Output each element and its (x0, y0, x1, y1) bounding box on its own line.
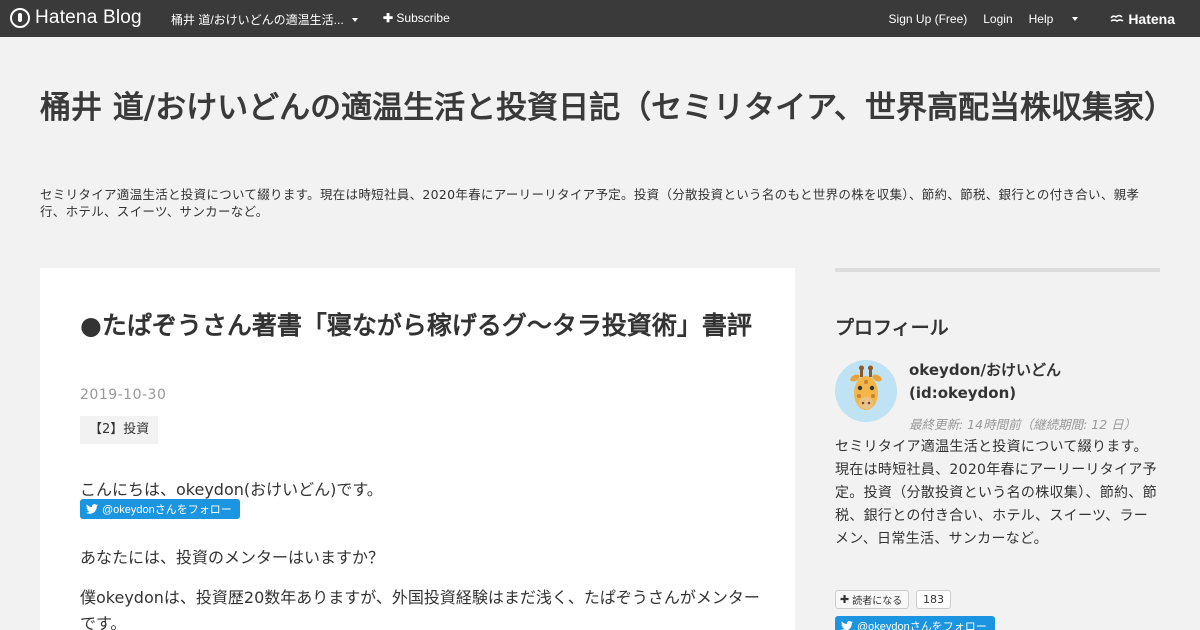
hatena-logo-text: Hatena (1128, 11, 1175, 27)
chevron-down-icon (351, 17, 358, 22)
plus-icon: ✚ (840, 593, 850, 606)
help-label: Help (1028, 12, 1054, 26)
plus-icon: ✚ (383, 11, 394, 25)
profile-name-block[interactable]: okeydon/おけいどん (id:okeydon) (909, 359, 1061, 405)
profile-heading: プロフィール (835, 317, 949, 339)
blog-switcher-title: 桶井 道/おけいどんの適温生活... (171, 13, 344, 27)
entry-category-tag[interactable]: 【2】投資 (80, 416, 159, 444)
twitter-bird-icon (841, 621, 853, 630)
hatena-blog-logo[interactable]: Hatena Blog (10, 7, 142, 29)
login-link[interactable]: Login (983, 12, 1012, 26)
profile-last-updated: 最終更新: 14時間前（継続期間: 12 日） (909, 417, 1137, 432)
blog-title[interactable]: 桶井 道/おけいどんの適温生活と投資日記（セミリタイア、世界高配当株収集家） (40, 86, 1175, 130)
twitter-bird-icon (86, 504, 98, 514)
chevron-down-icon (1072, 17, 1079, 21)
global-header: Hatena Blog 桶井 道/おけいどんの適温生活... ✚ Subscri… (0, 0, 1200, 37)
profile-id: (id:okeydon) (909, 384, 1017, 402)
twitter-follow-label: @okeydonさんをフォロー (857, 621, 987, 630)
entry-paragraph: こんにちは、okeydon(おけいどん)です。 (80, 480, 383, 499)
profile-description: セミリタイア適温生活と投資について綴ります。現在は時短社員、2020年春にアーリ… (835, 439, 1157, 547)
subscribe-reader-label: 読者になる (852, 596, 903, 607)
twitter-follow-button[interactable]: @okeydonさんをフォロー (80, 499, 240, 519)
giraffe-avatar-icon (835, 360, 897, 422)
hatena-cloud-icon (1110, 14, 1124, 22)
profile-name: okeydon/おけいどん (909, 361, 1062, 379)
avatar[interactable] (835, 360, 897, 422)
subscribe-button[interactable]: ✚ Subscribe (383, 11, 450, 25)
hatena-blog-icon (10, 8, 30, 28)
entry-date[interactable]: 2019-10-30 (80, 387, 166, 403)
subscribe-label: Subscribe (396, 11, 450, 25)
subscribe-reader-button[interactable]: ✚ 読者になる (835, 590, 910, 609)
help-menu[interactable]: Help (1029, 12, 1095, 26)
entry-article: ●たぱぞうさん著書「寝ながら稼げるグ〜タラ投資術」書評 2019-10-30 【… (40, 268, 795, 630)
signup-link[interactable]: Sign Up (Free) (889, 12, 968, 26)
entry-paragraph: あなたには、投資のメンターはいますか？ (80, 548, 385, 567)
entry-title[interactable]: ●たぱぞうさん著書「寝ながら稼げるグ〜タラ投資術」書評 (80, 308, 760, 343)
blog-description: セミリタイア適温生活と投資について綴ります。現在は時短社員、2020年春にアーリ… (40, 187, 1140, 219)
twitter-follow-button[interactable]: @okeydonさんをフォロー (835, 616, 995, 630)
blog-switcher[interactable]: 桶井 道/おけいどんの適温生活... (171, 11, 358, 28)
entry-paragraph: 僕okeydonは、投資歴20数年ありますが、外国投資経験はまだ浅く、たぱぞうさ… (80, 588, 760, 630)
twitter-follow-label: @okeydonさんをフォロー (102, 504, 232, 516)
sidebar-divider (835, 268, 1160, 272)
header-right-menu: Sign Up (Free) Login Help Hatena (889, 11, 1200, 27)
hatena-logo[interactable]: Hatena (1110, 11, 1191, 27)
reader-count-badge: 183 (916, 590, 951, 609)
hatena-blog-logo-text: Hatena Blog (35, 7, 142, 28)
